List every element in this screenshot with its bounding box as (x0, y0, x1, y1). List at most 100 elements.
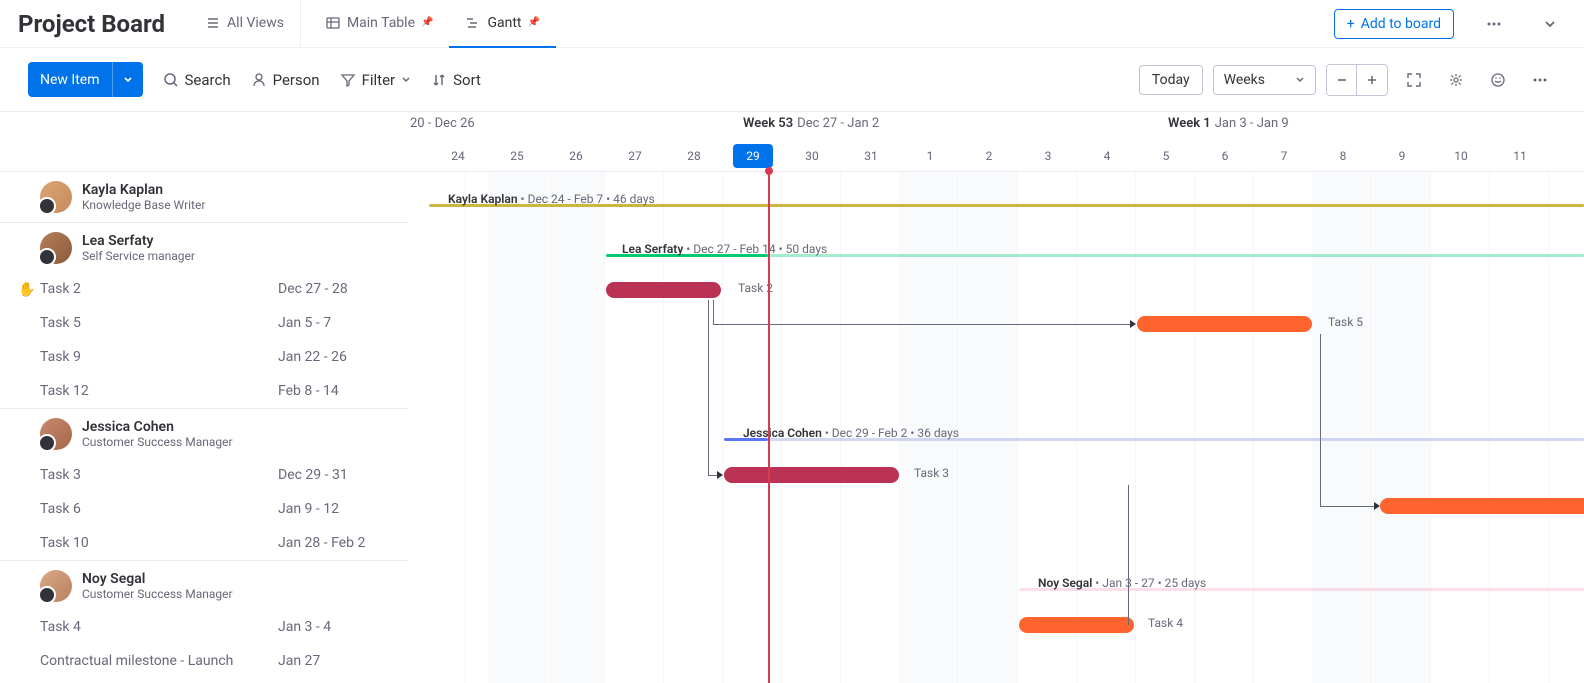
gantt-task-row[interactable]: Contractual milestone - LaunchJan 27 (0, 644, 408, 678)
zoom-out-button[interactable] (1327, 65, 1357, 95)
gantt-task-label: Task 3 (914, 466, 949, 480)
tab-gantt[interactable]: Gantt 📌 (449, 0, 556, 48)
today-indicator (768, 172, 770, 683)
day-cell[interactable]: 9 (1373, 140, 1431, 172)
task-name: Task 3 (40, 467, 278, 483)
button-label: Add to board (1361, 16, 1441, 32)
day-cell[interactable]: 8 (1314, 140, 1372, 172)
gantt-bar-label: Lea Serfaty • Dec 27 - Feb 14 • 50 days (622, 242, 827, 256)
task-name: Task 9 (40, 349, 278, 365)
gantt-person-row[interactable]: Lea Serfaty Self Service manager (0, 222, 408, 272)
gantt-task-row[interactable]: Task 2Dec 27 - 28 (0, 272, 408, 306)
task-name: Task 12 (40, 383, 278, 399)
day-cell[interactable]: 2 (960, 140, 1018, 172)
collapse-icon[interactable] (1534, 8, 1566, 40)
gantt-task-bar[interactable] (606, 282, 721, 298)
person-role: Customer Success Manager (82, 435, 233, 449)
list-icon (205, 15, 221, 31)
person-name: Jessica Cohen (82, 419, 233, 435)
gantt-task-label: Task 4 (1148, 616, 1183, 630)
day-cell[interactable]: 30 (783, 140, 841, 172)
week-label: Week 53Dec 27 - Jan 2 (743, 116, 879, 131)
add-to-board-button[interactable]: + Add to board (1334, 9, 1454, 39)
tab-label: Gantt (487, 15, 521, 31)
gantt-summary-bar-future (768, 204, 1584, 207)
tool-label: Sort (453, 71, 481, 89)
day-cell[interactable]: 6 (1196, 140, 1254, 172)
pin-icon: 📌 (421, 17, 433, 28)
gantt-task-bar[interactable] (724, 467, 899, 483)
today-button[interactable]: Today (1139, 65, 1203, 95)
day-cell[interactable]: 24 (429, 140, 487, 172)
day-cell[interactable]: 11 (1491, 140, 1549, 172)
filter-button[interactable]: Filter (340, 71, 412, 89)
gantt-task-bar[interactable] (1137, 316, 1312, 332)
task-name: Task 5 (40, 315, 278, 331)
chevron-down-icon[interactable] (112, 62, 143, 97)
zoom-in-button[interactable] (1357, 65, 1387, 95)
task-dates: Feb 8 - 14 (278, 383, 388, 399)
today-cell[interactable]: 29 (733, 144, 773, 168)
gantt-summary-bar-future (768, 254, 1584, 257)
task-dates: Jan 27 (278, 653, 388, 669)
sort-icon (431, 72, 447, 88)
search-icon (163, 72, 179, 88)
gantt-task-row[interactable]: Task 12Feb 8 - 14 (0, 374, 408, 408)
dependency-line (1128, 485, 1129, 625)
gantt-task-bar[interactable] (1019, 617, 1134, 633)
search-button[interactable]: Search (163, 71, 231, 89)
person-filter-button[interactable]: Person (251, 71, 320, 89)
day-cell[interactable]: 27 (606, 140, 664, 172)
task-dates: Jan 3 - 4 (278, 619, 388, 635)
gantt-bar-label: Jessica Cohen • Dec 29 - Feb 2 • 36 days (743, 426, 959, 440)
day-cell[interactable]: 28 (665, 140, 723, 172)
avatar (40, 418, 72, 450)
dependency-line (1320, 506, 1375, 507)
day-cell[interactable]: 25 (488, 140, 546, 172)
gantt-task-row[interactable]: Task 6Jan 9 - 12 (0, 492, 408, 526)
task-name: Task 6 (40, 501, 278, 517)
task-dates: Jan 22 - 26 (278, 349, 388, 365)
week-range-label: 20 - Dec 26 (410, 116, 475, 131)
hand-cursor-icon: ✋ (18, 282, 35, 298)
day-cell[interactable]: 26 (547, 140, 605, 172)
gantt-canvas[interactable]: 20 - Dec 26 Week 53Dec 27 - Jan 2 Week 1… (408, 112, 1584, 683)
tool-label: Filter (362, 71, 396, 89)
more-icon[interactable] (1524, 64, 1556, 96)
timescale-select[interactable]: Weeks (1213, 65, 1316, 95)
task-dates: Jan 9 - 12 (278, 501, 388, 517)
task-dates: Dec 27 - 28 (278, 281, 388, 297)
gantt-person-row[interactable]: Jessica Cohen Customer Success Manager (0, 408, 408, 458)
tab-label: All Views (227, 15, 284, 31)
dependency-arrow-icon (717, 471, 723, 479)
task-name: Task 4 (40, 619, 278, 635)
tab-main-table[interactable]: Main Table 📌 (309, 0, 450, 48)
gantt-task-row[interactable]: Task 10Jan 28 - Feb 2 (0, 526, 408, 560)
new-item-button[interactable]: New Item (28, 62, 143, 97)
task-name: Task 2 (40, 281, 278, 297)
gantt-task-bar[interactable] (1380, 498, 1584, 514)
avatar (40, 232, 72, 264)
gantt-task-row[interactable]: Task 9Jan 22 - 26 (0, 340, 408, 374)
day-cell[interactable]: 5 (1137, 140, 1195, 172)
gantt-person-row[interactable]: Noy Segal Customer Success Manager (0, 560, 408, 610)
sort-button[interactable]: Sort (431, 71, 481, 89)
gantt-task-row[interactable]: Task 5Jan 5 - 7 (0, 306, 408, 340)
task-dates: Dec 29 - 31 (278, 467, 388, 483)
fullscreen-icon[interactable] (1398, 64, 1430, 96)
settings-icon[interactable] (1440, 64, 1472, 96)
gantt-task-row[interactable]: Task 3Dec 29 - 31 (0, 458, 408, 492)
more-icon[interactable] (1478, 8, 1510, 40)
person-role: Customer Success Manager (82, 587, 233, 601)
day-cell[interactable]: 3 (1019, 140, 1077, 172)
day-cell[interactable]: 1 (901, 140, 959, 172)
day-cell[interactable]: 7 (1255, 140, 1313, 172)
tab-all-views[interactable]: All Views (189, 0, 301, 48)
avatar (40, 570, 72, 602)
gantt-person-row[interactable]: Kayla Kaplan Knowledge Base Writer (0, 172, 408, 222)
day-cell[interactable]: 4 (1078, 140, 1136, 172)
feedback-icon[interactable] (1482, 64, 1514, 96)
gantt-task-row[interactable]: Task 4Jan 3 - 4 (0, 610, 408, 644)
day-cell[interactable]: 31 (842, 140, 900, 172)
day-cell[interactable]: 10 (1432, 140, 1490, 172)
